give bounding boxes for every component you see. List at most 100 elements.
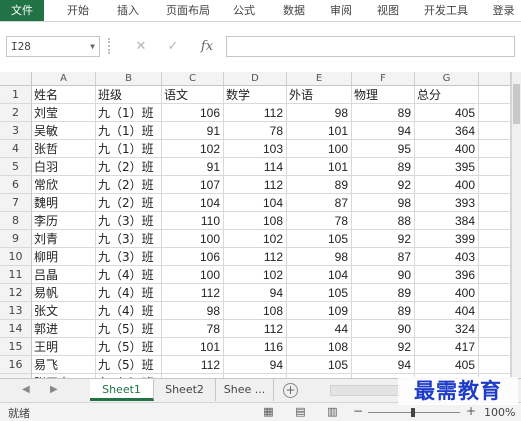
zoom-in-icon[interactable]: + <box>466 404 476 418</box>
table-cell[interactable]: 105 <box>287 284 352 302</box>
table-cell[interactable]: 89 <box>287 176 352 194</box>
vertical-scrollbar[interactable] <box>511 72 521 378</box>
table-cell[interactable]: 403 <box>415 248 479 266</box>
table-cell[interactable]: 吴敏 <box>32 122 96 140</box>
column-header[interactable]: C <box>162 72 224 86</box>
tab-review[interactable]: 审阅 <box>323 0 359 21</box>
worksheet-grid[interactable]: 姓名 班级 语文 数学 外语 物理 总分 刘莹 九（1）班 106 112 98 89 405 吴敏 九（1）… <box>32 86 511 378</box>
table-cell[interactable]: 九（4）班 <box>96 302 162 320</box>
table-cell[interactable]: 114 <box>224 158 287 176</box>
table-cell[interactable]: 106 <box>162 248 224 266</box>
zoom-slider-handle[interactable] <box>411 408 415 417</box>
table-cell-empty[interactable] <box>479 158 511 176</box>
table-cell[interactable]: 417 <box>415 338 479 356</box>
table-cell[interactable]: 393 <box>415 194 479 212</box>
table-cell[interactable]: 98 <box>162 302 224 320</box>
table-cell[interactable]: 112 <box>162 284 224 302</box>
column-header[interactable]: A <box>32 72 96 86</box>
sheet-tab[interactable]: Sheet2 <box>154 379 216 401</box>
table-cell[interactable]: 404 <box>415 302 479 320</box>
table-cell[interactable]: 九（1）班 <box>96 104 162 122</box>
table-cell[interactable]: 94 <box>352 356 415 374</box>
table-cell-empty[interactable] <box>479 284 511 302</box>
table-cell[interactable]: 400 <box>415 284 479 302</box>
table-cell[interactable]: 九（2）班 <box>96 158 162 176</box>
column-header[interactable]: E <box>287 72 352 86</box>
table-cell[interactable]: 九（3）班 <box>96 212 162 230</box>
table-cell[interactable]: 李历 <box>32 212 96 230</box>
row-header[interactable]: 6 <box>0 176 32 194</box>
table-cell-empty[interactable] <box>479 248 511 266</box>
table-cell[interactable]: 91 <box>162 158 224 176</box>
table-cell[interactable]: 107 <box>162 176 224 194</box>
table-cell[interactable]: 384 <box>415 212 479 230</box>
table-cell-empty[interactable] <box>479 104 511 122</box>
table-cell[interactable]: 易飞 <box>32 356 96 374</box>
table-cell-empty[interactable] <box>479 338 511 356</box>
table-cell[interactable]: 98 <box>287 248 352 266</box>
table-cell[interactable]: 88 <box>352 212 415 230</box>
select-all-corner[interactable] <box>0 72 32 86</box>
name-box[interactable]: I28 ▼ <box>6 36 100 57</box>
header-cell[interactable]: 姓名 <box>32 86 96 104</box>
scroll-thumb[interactable] <box>513 84 520 124</box>
table-cell[interactable]: 常欣 <box>32 176 96 194</box>
header-cell[interactable]: 班级 <box>96 86 162 104</box>
table-cell[interactable]: 109 <box>287 302 352 320</box>
table-cell[interactable]: 九（3）班 <box>96 248 162 266</box>
table-cell[interactable]: 100 <box>162 266 224 284</box>
row-header[interactable]: 13 <box>0 302 32 320</box>
row-header[interactable]: 4 <box>0 140 32 158</box>
column-header[interactable]: B <box>96 72 162 86</box>
tab-developer[interactable]: 开发工具 <box>418 0 474 21</box>
table-cell[interactable]: 九（3）班 <box>96 230 162 248</box>
row-header[interactable]: 12 <box>0 284 32 302</box>
table-cell[interactable]: 405 <box>415 356 479 374</box>
table-cell[interactable]: 九（2）班 <box>96 176 162 194</box>
zoom-out-icon[interactable]: − <box>353 404 363 418</box>
table-cell-empty[interactable] <box>479 86 511 104</box>
table-cell[interactable]: 105 <box>287 230 352 248</box>
row-header[interactable]: 8 <box>0 212 32 230</box>
table-cell[interactable]: 92 <box>352 176 415 194</box>
normal-view-icon[interactable]: ▦ <box>262 406 275 418</box>
horizontal-scrollbar[interactable] <box>330 385 400 396</box>
table-cell-empty[interactable] <box>479 176 511 194</box>
table-cell[interactable]: 395 <box>415 158 479 176</box>
table-cell[interactable]: 98 <box>287 104 352 122</box>
table-cell[interactable]: 89 <box>352 158 415 176</box>
table-cell[interactable]: 王明 <box>32 338 96 356</box>
table-cell[interactable]: 108 <box>287 338 352 356</box>
column-header[interactable]: F <box>352 72 415 86</box>
table-cell[interactable]: 101 <box>287 158 352 176</box>
table-cell[interactable]: 九（2）班 <box>96 194 162 212</box>
table-cell[interactable]: 九（5）班 <box>96 356 162 374</box>
table-cell[interactable]: 400 <box>415 176 479 194</box>
row-header[interactable]: 7 <box>0 194 32 212</box>
table-cell-empty[interactable] <box>479 302 511 320</box>
table-cell[interactable]: 104 <box>162 194 224 212</box>
row-header[interactable]: 15 <box>0 338 32 356</box>
add-sheet-icon[interactable]: + <box>283 383 298 398</box>
row-header[interactable]: 11 <box>0 266 32 284</box>
header-cell[interactable]: 语文 <box>162 86 224 104</box>
row-header[interactable]: 2 <box>0 104 32 122</box>
table-cell[interactable]: 91 <box>162 122 224 140</box>
table-cell[interactable]: 九（4）班 <box>96 284 162 302</box>
tab-home[interactable]: 开始 <box>60 0 96 21</box>
table-cell[interactable]: 刘青 <box>32 230 96 248</box>
table-cell[interactable]: 112 <box>224 248 287 266</box>
table-cell[interactable]: 94 <box>352 122 415 140</box>
table-cell[interactable]: 92 <box>352 338 415 356</box>
header-cell[interactable]: 物理 <box>352 86 415 104</box>
table-cell[interactable]: 102 <box>224 266 287 284</box>
scroll-right-icon[interactable]: ▶ <box>50 384 58 395</box>
header-cell[interactable]: 外语 <box>287 86 352 104</box>
table-cell-empty[interactable] <box>479 266 511 284</box>
table-cell[interactable]: 89 <box>352 302 415 320</box>
table-cell[interactable]: 易帆 <box>32 284 96 302</box>
table-cell[interactable]: 94 <box>224 284 287 302</box>
sign-in-link[interactable]: 登录 <box>486 0 521 21</box>
table-cell[interactable]: 104 <box>224 194 287 212</box>
row-header[interactable]: 10 <box>0 248 32 266</box>
